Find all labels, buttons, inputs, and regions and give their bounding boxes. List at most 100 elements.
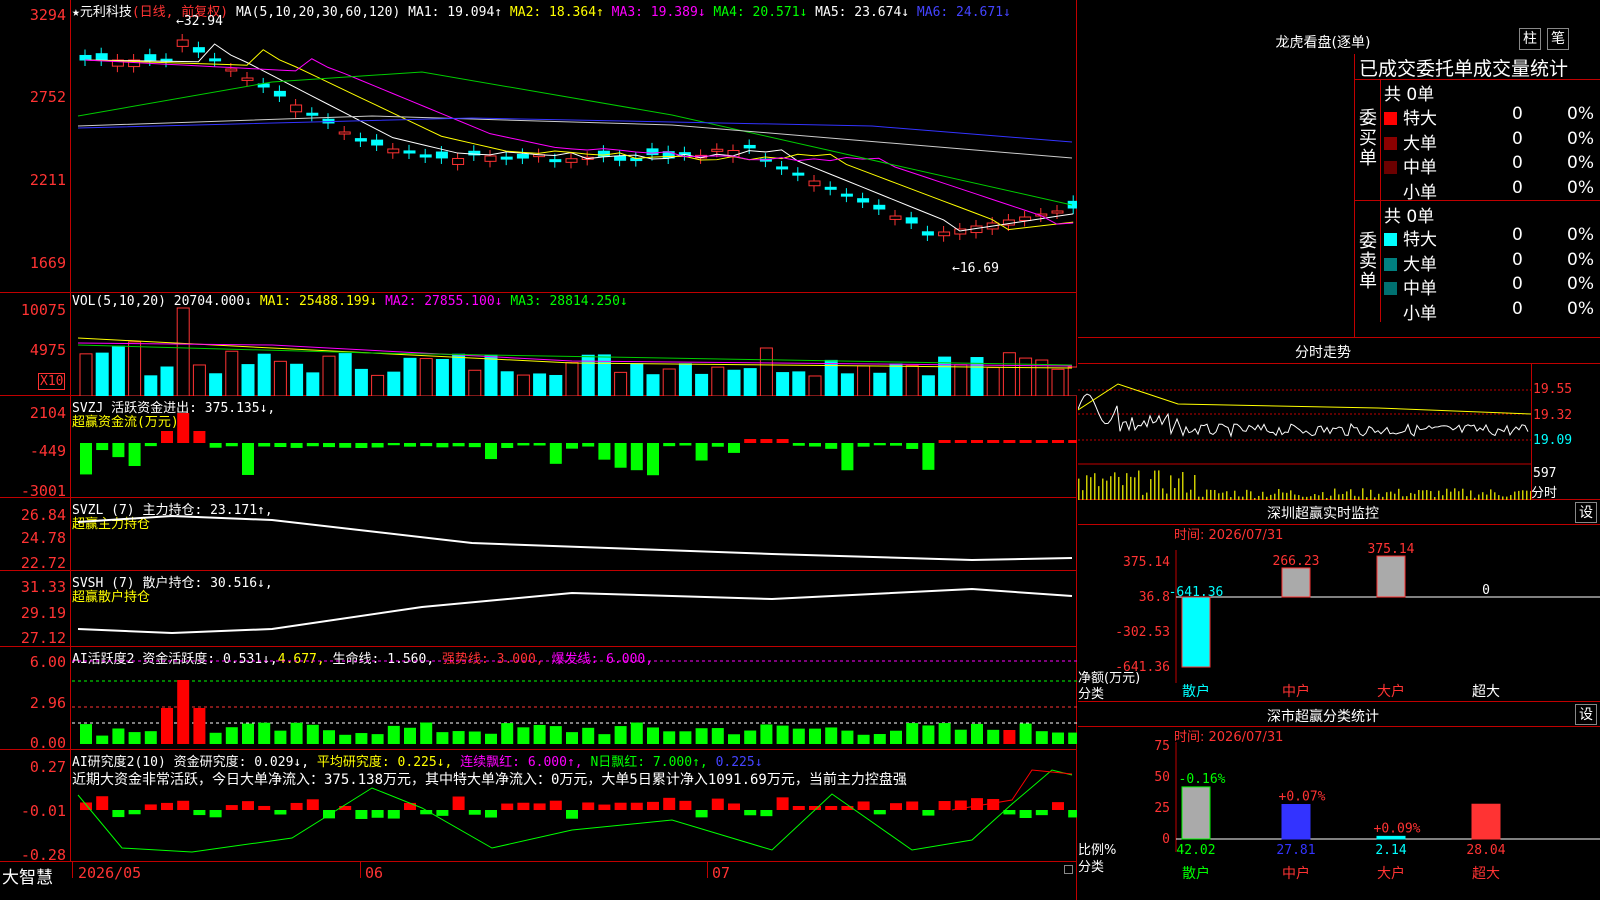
flow-bar: [161, 431, 173, 443]
net-amount-bar: [1181, 596, 1211, 668]
activity-bar: [906, 723, 919, 744]
intraday-vol-bar: [1262, 491, 1264, 500]
research-bar: [744, 810, 757, 816]
intraday-vol-bar: [1154, 470, 1156, 500]
intraday-vol-bar: [1170, 475, 1172, 500]
longhu-title: 龙虎看盘(逐单): [1275, 35, 1371, 51]
research-bar: [485, 810, 497, 818]
volume-bar: [452, 353, 466, 396]
svzl-axis-label: 22.72: [20, 554, 66, 572]
volume-bar: [695, 373, 709, 396]
volume-bar: [322, 355, 336, 396]
activity-bar: [809, 728, 821, 744]
ai-research-chart[interactable]: [72, 750, 1077, 862]
volume-bar: [889, 363, 903, 396]
activity-bar: [80, 724, 92, 744]
research-bar: [938, 801, 951, 810]
ai-activity-pane[interactable]: 6.00 2.96 0.00 AI活跃度2 资金活跃度: 0.531↓,4.67…: [0, 647, 1077, 752]
order-percent: 0%: [1567, 153, 1594, 173]
order-size-label: 大单: [1403, 133, 1437, 154]
intraday-vol-bar: [1186, 492, 1188, 500]
order-row: 小单 0 0%: [1384, 178, 1599, 203]
activity-bar: [566, 732, 578, 744]
main-chart-area[interactable]: 3294 2752 2211 1669 ★元利科技(日线, 前复权) MA(5,…: [0, 0, 1077, 900]
activity-bar: [1003, 730, 1016, 744]
candle-body: [614, 155, 627, 161]
volume-bar: [95, 352, 109, 396]
volume-bar: [808, 375, 822, 396]
flow-bar: [225, 443, 238, 447]
volume-bar: [711, 366, 725, 396]
flow-bar: [873, 443, 886, 446]
svzl-pane[interactable]: 26.84 24.78 22.72 SVZL (7) 主力持仓: 23.171↑…: [0, 498, 1077, 572]
intraday-vol-bar: [1226, 491, 1228, 500]
order-row: 中单 0 0%: [1384, 153, 1599, 178]
intraday-vol-bar: [1162, 488, 1164, 500]
candle-body: [225, 68, 238, 72]
color-swatch: [1384, 306, 1397, 320]
volume-pane[interactable]: 10075 4975 X10 VOL(5,10,20) 20704.000↓ M…: [0, 293, 1077, 396]
flow-bar: [582, 443, 595, 447]
candle-body: [306, 112, 319, 116]
retail-holding-line: [77, 587, 1073, 635]
research-bar: [1019, 810, 1032, 818]
activity-bar: [663, 731, 676, 744]
research-bar: [679, 800, 692, 810]
candlestick-chart[interactable]: [72, 0, 1077, 293]
intraday-panel[interactable]: 分时走势 19.55 19.32 19.09 597 分时: [1078, 338, 1600, 501]
research-bar: [582, 802, 595, 810]
candle-body: [241, 77, 254, 81]
fund-flow-chart[interactable]: [72, 396, 1077, 498]
net-amount-chart[interactable]: 375.14 36.8 -302.53 -641.36 -641.36 散户 266.23 中…: [1078, 500, 1600, 702]
svsh-pane[interactable]: 31.33 29.19 27.12 SVSH (7) 散户持仓: 30.516↓…: [0, 571, 1077, 647]
volume-bar: [79, 353, 93, 396]
category-label: 大户: [1377, 865, 1405, 882]
lock-icon[interactable]: [1064, 865, 1073, 874]
price-pane[interactable]: 3294 2752 2211 1669 ★元利科技(日线, 前复权) MA(5,…: [0, 0, 1077, 293]
ai-research-pane[interactable]: 0.27 -0.01 -0.28 AI研究度2(10) 资金研究度: 0.029…: [0, 750, 1077, 864]
candle-body: [387, 148, 400, 154]
activity-bar: [760, 724, 773, 744]
main-holding-line: [77, 514, 1073, 562]
volume-bar: [419, 358, 433, 396]
volume-bar: [1002, 352, 1016, 396]
intraday-vol-bar: [1454, 488, 1456, 500]
order-percent: 0%: [1567, 177, 1594, 198]
retail-holding-chart[interactable]: [72, 571, 1077, 647]
volume-bar: [776, 372, 790, 396]
order-size-label: 中单: [1403, 279, 1437, 299]
net-amount-value: 375.14: [1368, 542, 1415, 557]
flow-bar: [971, 440, 983, 443]
sell-orders-label: 委卖单: [1359, 231, 1377, 292]
volume-bar: [792, 371, 806, 396]
svzj-pane[interactable]: 2104 -449 -3001 SVZJ 活跃资金进出: 375.135↓, 超…: [0, 396, 1077, 500]
intraday-chart[interactable]: [1078, 364, 1531, 500]
brand-label: 大智慧: [2, 868, 53, 888]
research-bar: [598, 804, 611, 810]
order-count: 0: [1512, 153, 1523, 173]
net-amount-value: 266.23: [1273, 554, 1320, 569]
bar-view-button[interactable]: 柱: [1519, 28, 1541, 50]
flow-bar: [598, 443, 611, 460]
volume-bar: [614, 371, 628, 396]
volume-bar: [678, 363, 692, 396]
flow-bar: [987, 440, 1000, 443]
activity-bar: [485, 733, 497, 744]
ai2-axis-label: -0.01: [20, 802, 66, 820]
flow-bar: [339, 443, 352, 448]
main-holding-chart[interactable]: [72, 498, 1077, 571]
research-bar: [663, 797, 676, 810]
svzj-axis-label: -449: [29, 442, 66, 460]
intraday-axis-label: 19.32: [1533, 408, 1573, 423]
flow-bar: [290, 443, 303, 448]
tick-view-button[interactable]: 笔: [1547, 28, 1569, 50]
ratio-chart[interactable]: 75 50 25 0 -0.16% 42.02 散户 +0.07% 27.81 中户 +0.09% 2…: [1078, 702, 1600, 900]
realtime-monitor-panel: 深圳超赢实时监控 设 时间: 2026/07/31 净额(万元) 分类 375.…: [1078, 500, 1600, 702]
volume-bar: [1067, 366, 1077, 396]
research-bar: [922, 810, 935, 816]
ai-activity-chart[interactable]: [72, 647, 1077, 750]
research-bar: [630, 802, 643, 810]
volume-chart[interactable]: [72, 293, 1077, 396]
flow-bar: [209, 443, 222, 448]
candle-body: [176, 39, 189, 47]
